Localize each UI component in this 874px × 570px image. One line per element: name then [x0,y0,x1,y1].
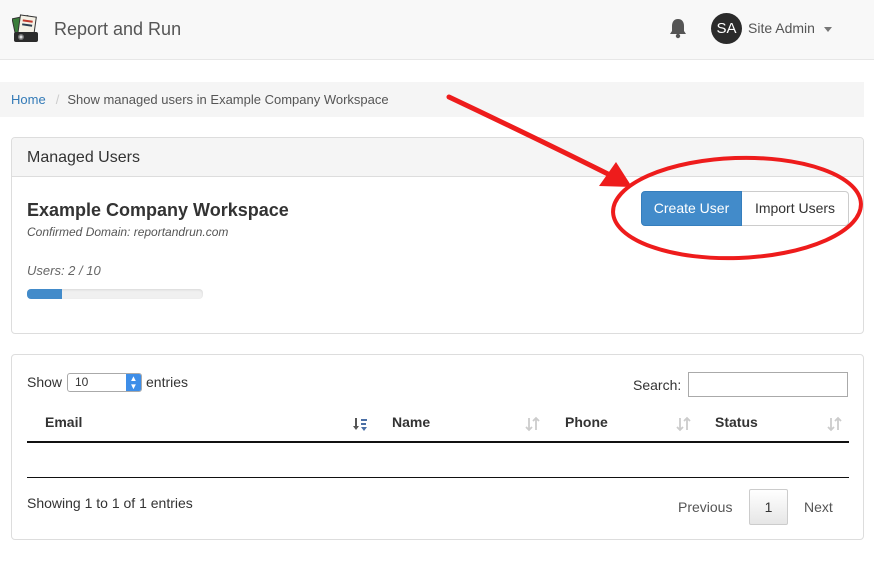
table-header-divider [27,441,849,443]
users-progress-fill [27,289,63,299]
breadcrumb-home-link[interactable]: Home [11,92,46,107]
brand-name[interactable]: Report and Run [54,19,181,40]
users-progress-bar [27,289,203,299]
entries-select[interactable]: 10 ▲ ▼ [67,373,142,392]
users-count: Users: 2 / 10 [27,263,101,278]
user-menu-name[interactable]: Site Admin [748,20,815,36]
sort-both-icon[interactable] [676,416,692,432]
breadcrumb: Home / Show managed users in Example Compa… [0,82,864,117]
bell-icon[interactable] [668,17,688,39]
table-info: Showing 1 to 1 of 1 entries [27,495,193,511]
sort-desc-icon[interactable] [352,416,368,432]
managed-users-panel: Managed Users Example Company Workspace … [11,137,864,334]
breadcrumb-separator: / [55,92,60,107]
user-avatar[interactable]: SA [711,13,742,44]
search-input[interactable] [688,372,848,397]
breadcrumb-current: Show managed users in Example Company Wo… [67,92,389,107]
search-label: Search: [633,377,682,393]
create-user-button[interactable]: Create User [641,191,742,226]
app-logo-icon[interactable] [12,14,40,44]
top-navbar: Report and Run SA Site Admin [0,0,874,60]
show-label: Show [27,374,63,390]
pagination-page-1[interactable]: 1 [749,489,788,525]
entries-label: entries [146,374,189,390]
sort-both-icon[interactable] [827,416,843,432]
column-header-name[interactable]: Name [392,414,430,430]
import-users-button[interactable]: Import Users [742,191,849,226]
users-table-panel: Show 10 ▲ ▼ entries Search: Email Name Ph… [11,354,864,540]
pagination-previous[interactable]: Previous [678,499,732,515]
workspace-title: Example Company Workspace [27,200,289,220]
column-header-email[interactable]: Email [45,414,82,430]
entries-select-value: 10 [75,375,89,389]
caret-down-icon[interactable] [824,27,832,32]
pagination-next[interactable]: Next [804,499,833,515]
user-actions-group: Create User Import Users [641,191,849,226]
confirmed-domain: Confirmed Domain: reportandrun.com [27,225,229,239]
column-header-phone[interactable]: Phone [565,414,608,430]
panel-heading: Managed Users [12,138,863,177]
table-footer-divider [27,477,849,478]
column-header-status[interactable]: Status [715,414,758,430]
select-updown-icon[interactable]: ▲ ▼ [126,374,141,391]
sort-both-icon[interactable] [525,416,541,432]
